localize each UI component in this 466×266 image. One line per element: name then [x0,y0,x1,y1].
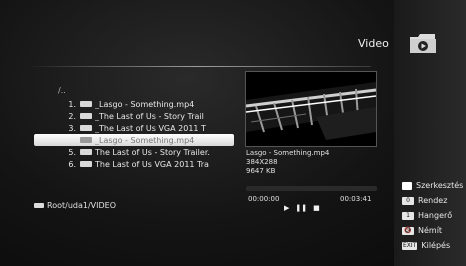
play-icon[interactable]: ▶ [284,205,289,212]
legend-label: Szerkesztés [416,181,464,190]
file-badge-icon [80,125,92,131]
file-badge-icon [80,161,92,167]
video-preview [245,71,377,147]
list-item[interactable]: 1. _Lasgo - Something.mp4 [58,98,238,110]
list-item[interactable]: 5. The Last of Us - Story Trailer. [58,146,238,158]
item-number: 6. [68,159,76,169]
item-name: The Last of Us - Story Trailer. [95,147,210,157]
header-divider [26,66,371,67]
total-time: 00:03:41 [340,195,372,203]
legend-exit[interactable]: EXIT Kilépés [402,238,463,253]
white-key-icon [402,181,412,190]
file-info: Lasgo - Something.mp4 384X288 9647 KB [246,149,329,176]
path-text: Root/uda1/VIDEO [47,201,116,210]
file-badge-icon [80,113,92,119]
drive-icon [34,203,44,208]
exit-key-icon: EXIT [402,241,418,250]
list-item-selected[interactable]: _Lasgo - Something.mp4 [34,134,234,146]
playback-progress-bar[interactable] [246,186,377,191]
legend-label: Kilépés [421,241,451,250]
parent-directory[interactable]: /.. [58,86,238,98]
mute-icon: 🔇 [402,226,414,235]
item-name: _Lasgo - Something.mp4 [95,99,195,109]
legend-label: Rendez [418,196,448,205]
info-filename: Lasgo - Something.mp4 [246,149,330,157]
item-name: _The Last of Us VGA 2011 T [95,123,206,133]
file-list: /.. 1. _Lasgo - Something.mp4 2. _The La… [34,86,238,170]
file-badge-icon [80,101,92,107]
elapsed-time: 00:00:00 [248,195,280,203]
page-title: Video [358,37,389,50]
legend-label: Némít [418,226,443,235]
list-item[interactable]: 2. _The Last of Us - Story Trail [58,110,238,122]
video-folder-icon [410,34,436,53]
list-item[interactable]: 3. _The Last of Us VGA 2011 T [58,122,238,134]
item-name: _Lasgo - Something.mp4 [95,135,195,145]
playback-controls: ▶ ❚❚ ■ [284,205,320,212]
item-number: 5. [68,147,76,157]
item-name: The Last of Us VGA 2011 Tra [95,159,209,169]
key-0-icon: 0 [402,196,414,205]
item-name: _The Last of Us - Story Trail [95,111,204,121]
key-legend: Szerkesztés 0 Rendez 1 Hangerő 🔇 Némít E… [402,178,463,253]
item-number: 3. [68,123,76,133]
key-1-icon: 1 [402,211,414,220]
stop-icon[interactable]: ■ [313,205,320,212]
breadcrumb: Root/uda1/VIDEO [34,201,116,210]
legend-label: Hangerő [418,211,453,220]
info-resolution: 384X288 [246,158,278,166]
pause-icon[interactable]: ❚❚ [295,205,307,212]
item-number: 1. [68,99,76,109]
item-number: 2. [68,111,76,121]
legend-volume[interactable]: 1 Hangerő [402,208,463,223]
screen: Video /.. 1. _Lasgo - Something.mp4 2. _… [0,0,466,266]
file-badge-icon [80,137,92,143]
file-badge-icon [80,149,92,155]
info-size: 9647 KB [246,167,276,175]
legend-mute[interactable]: 🔇 Némít [402,223,463,238]
legend-edit[interactable]: Szerkesztés [402,178,463,193]
list-item[interactable]: 6. The Last of Us VGA 2011 Tra [58,158,238,170]
legend-sort[interactable]: 0 Rendez [402,193,463,208]
